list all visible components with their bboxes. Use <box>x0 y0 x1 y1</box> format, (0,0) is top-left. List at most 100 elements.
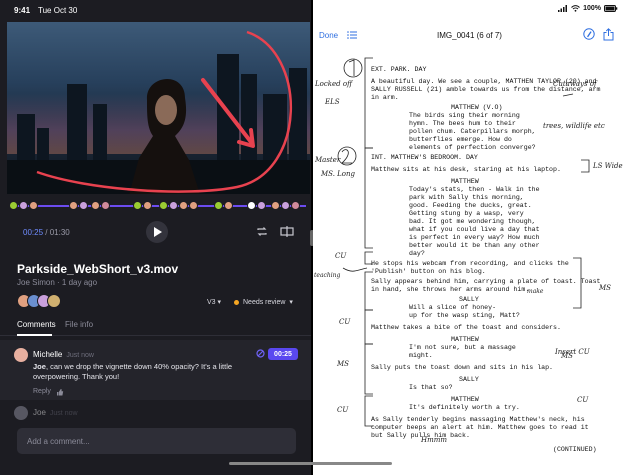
comment-body: Joe, can we drop the vignette down 40% o… <box>33 362 233 381</box>
tab-bar: Comments File info <box>0 316 311 336</box>
script-line: INT. MATTHEW'S BEDROOM. DAY <box>371 154 478 161</box>
reply-button[interactable]: Reply <box>33 388 51 396</box>
timeline-marker[interactable] <box>91 200 110 211</box>
timeline-marker[interactable] <box>133 200 152 211</box>
player-controls: 00:25 / 01:30 <box>7 218 310 248</box>
script-line: day? <box>409 250 425 257</box>
comment-author-line: Michelle Just now <box>33 350 94 359</box>
marker-avatar <box>29 201 38 210</box>
status-icons: 100% <box>558 5 618 12</box>
compare-icon[interactable] <box>280 226 294 237</box>
timeline-marker[interactable] <box>159 200 188 211</box>
note-master: Master <box>315 156 341 164</box>
script-line: but Sally pulls him back. <box>371 432 470 439</box>
like-icon[interactable] <box>56 388 64 396</box>
note-locked-off: Locked off <box>315 80 353 88</box>
comment-author: Michelle <box>33 350 63 359</box>
note-ms: MS <box>599 284 611 292</box>
asset-subtitle: Joe Simon · 1 day ago <box>17 278 98 287</box>
timeline-marker[interactable] <box>247 200 266 211</box>
comment-author: Joe <box>33 408 46 417</box>
review-status-dropdown[interactable]: Needs review ▾ <box>234 298 293 306</box>
marker-avatar <box>91 201 100 210</box>
markup-icon[interactable] <box>583 28 595 40</box>
note-ls-wide: LS Wide <box>593 162 623 170</box>
status-dot <box>234 299 239 305</box>
version-label: V3 <box>207 299 216 306</box>
review-pane: 9:41 Tue Oct 30 00:25 / 01:30 Parkside_W… <box>0 0 311 475</box>
marker-avatar <box>169 201 178 210</box>
loop-icon[interactable] <box>256 226 268 237</box>
wifi-icon <box>571 5 580 12</box>
script-line: Matthew takes a bite of the toast and co… <box>371 324 561 331</box>
status-time: 9:41 <box>14 5 31 15</box>
timeline-marker[interactable] <box>271 200 300 211</box>
add-comment-input[interactable]: Add a comment... <box>17 428 296 454</box>
reviewer-avatars[interactable] <box>17 294 61 308</box>
status-bar: 9:41 Tue Oct 30 <box>0 0 311 20</box>
total-time: 01:30 <box>49 228 70 237</box>
tab-file-info[interactable]: File info <box>65 320 93 329</box>
comment-author-line: Joe Just now <box>33 408 78 417</box>
marker-avatar <box>257 201 266 210</box>
note-make: make <box>527 288 544 295</box>
script-line: up for the wasp sting, Matt? <box>409 312 520 319</box>
note-cu: CU <box>335 252 347 260</box>
script-line: 'Publish' button on his blog. <box>371 268 486 275</box>
attachment-icon[interactable] <box>256 349 265 358</box>
annotation-drawing <box>36 30 292 193</box>
share-icon[interactable] <box>603 28 614 41</box>
comment-timestamp-badge[interactable]: 00:25 <box>268 348 298 360</box>
script-line: Matthew sits at his desk, staring at his… <box>371 166 561 173</box>
script-line: in hand, she throws her arms around him. <box>371 286 530 293</box>
signal-icon <box>558 5 568 12</box>
marker-avatar <box>101 201 110 210</box>
timeline-marker[interactable] <box>189 200 198 211</box>
note-cu: CU <box>577 396 589 404</box>
asset-title: Parkside_WebShort_v3.mov <box>17 262 179 276</box>
document-title: IMG_0041 (6 of 7) <box>437 31 502 40</box>
review-status-label: Needs review <box>243 298 286 306</box>
marker-avatar <box>189 201 198 210</box>
comment-time: Just now <box>66 352 94 359</box>
note-cu: CU <box>337 406 349 414</box>
marker-avatar <box>79 201 88 210</box>
script-line: EXT. PARK. DAY <box>371 66 427 73</box>
avatar <box>14 348 28 362</box>
version-dropdown[interactable]: V3 ▾ <box>207 298 221 306</box>
timeline-marker[interactable] <box>214 200 233 211</box>
script-line: (CONTINUED) <box>553 446 597 453</box>
marker-avatar <box>291 201 300 210</box>
script-line: SALLY <box>459 376 479 383</box>
battery-icon <box>604 5 618 12</box>
comment-item[interactable]: Joe Just now <box>0 404 311 428</box>
marker-avatar <box>143 201 152 210</box>
note-trees: trees, wildlife etc <box>543 122 605 130</box>
marker-avatar <box>19 201 28 210</box>
script-line: SALLY RUSSELL (21) amble towards us from… <box>371 86 601 93</box>
marker-badge <box>214 201 223 210</box>
script-line: Sally puts the toast down and sits in hi… <box>371 364 554 371</box>
note-ms: MS <box>337 360 349 368</box>
timeline-marker[interactable] <box>69 200 88 211</box>
comment-item[interactable]: Michelle Just now 00:25 Joe, can we drop … <box>0 340 311 400</box>
play-button[interactable] <box>146 221 168 243</box>
video-player[interactable] <box>7 22 310 194</box>
script-line: in arm. <box>371 94 399 101</box>
comment-actions: Reply <box>33 388 64 396</box>
marker-badge <box>159 201 168 210</box>
script-page: Locked off ELS Cutaways of trees, wildli… <box>313 48 626 460</box>
status-date: Tue Oct 30 <box>38 5 78 15</box>
note-cu: CU <box>339 318 351 326</box>
script-line: Is that so? <box>409 384 453 391</box>
document-toolbar: Done IMG_0041 (6 of 7) <box>313 22 626 48</box>
note-ms-long: MS. Long <box>321 170 356 178</box>
timeline-marker[interactable] <box>9 200 38 211</box>
comment-timeline[interactable] <box>7 196 310 216</box>
time-display: 00:25 / 01:30 <box>23 228 70 237</box>
home-indicator[interactable] <box>229 462 392 465</box>
time-separator: / <box>43 228 50 237</box>
script-line: elements of perfection converge? <box>409 144 536 151</box>
tab-comments[interactable]: Comments <box>17 320 56 329</box>
document-viewer: 100% Done IMG_0041 (6 of 7) Locked off E… <box>313 0 626 475</box>
